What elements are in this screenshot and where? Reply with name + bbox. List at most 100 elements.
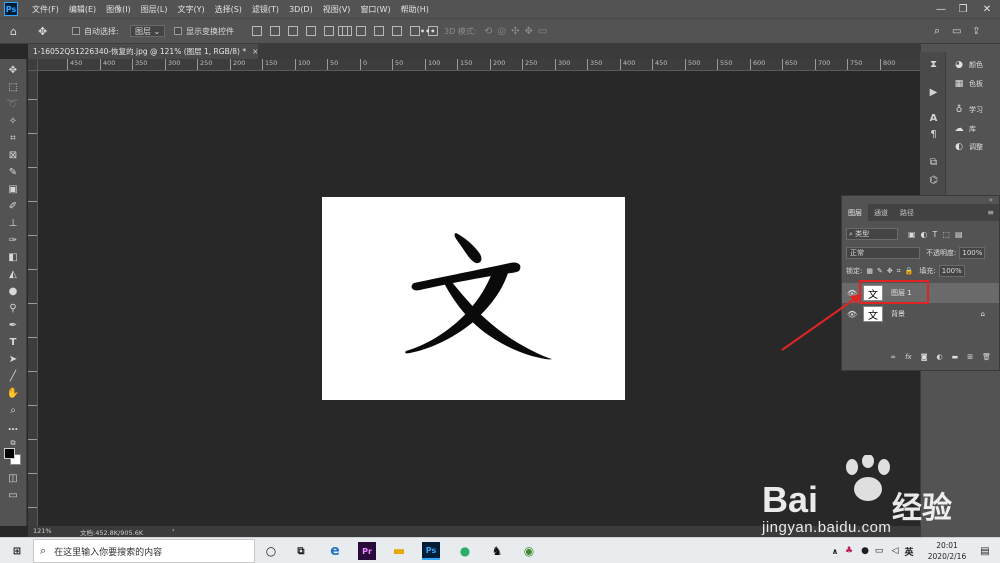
lock-icons[interactable]: ▦✎✥⌗🔒 (866, 267, 917, 276)
distribute-middle-icon[interactable] (356, 26, 366, 36)
frame-tool-icon[interactable]: ⊠ (5, 148, 21, 162)
edge-browser-icon[interactable]: e (326, 542, 344, 560)
link-layers-icon[interactable]: ∞ (890, 353, 896, 361)
edit-toolbar-icon[interactable]: … (5, 420, 21, 434)
learn-panel-tab[interactable]: ♁ 学习 (954, 103, 983, 117)
quick-mask-icon[interactable]: ◫ (5, 471, 21, 485)
marquee-tool-icon[interactable]: ⬚ (5, 80, 21, 94)
move-tool-icon[interactable]: ✥ (5, 63, 21, 77)
windows-start-icon[interactable]: ⊞ (8, 542, 26, 560)
clock[interactable]: 20:01 2020/2/16 (922, 540, 972, 562)
3d-drag-icon[interactable]: ✣ (511, 26, 519, 37)
zoom-tool-icon[interactable]: ⌕ (5, 403, 21, 417)
wechat-icon[interactable]: ● (456, 542, 474, 560)
fx-icon[interactable]: fx (905, 353, 912, 361)
share-icon[interactable]: ⇪ (972, 24, 980, 38)
home-icon[interactable]: ⌂ (10, 24, 17, 38)
app-icon[interactable]: ◉ (520, 542, 538, 560)
file-explorer-icon[interactable]: ▬ (390, 542, 408, 560)
new-group-icon[interactable]: ▬ (952, 353, 959, 361)
layer-mask-icon[interactable]: ◙ (921, 353, 928, 361)
show-transform-checkbox[interactable]: 显示变换控件 (174, 24, 234, 38)
actions-panel-icon[interactable]: ▶ (927, 86, 940, 99)
ruler-origin[interactable] (28, 59, 38, 71)
menu-file[interactable]: 文件(F) (32, 4, 59, 15)
opacity-input[interactable]: 100% (959, 247, 986, 259)
menu-3d[interactable]: 3D(D) (289, 5, 313, 14)
tab-channels[interactable]: 通道 (868, 204, 894, 221)
color-panel-tab[interactable]: ◕ 颜色 (954, 58, 983, 72)
layer-filter-dropdown[interactable]: ⌕ 类型 (846, 228, 898, 240)
paragraph-panel-icon[interactable]: ¶ (927, 128, 940, 141)
delete-layer-icon[interactable]: 🗑 (982, 353, 991, 361)
brush-tool-icon[interactable]: ✐ (5, 199, 21, 213)
line-tool-icon[interactable]: ╱ (5, 369, 21, 383)
3d-camera-icon[interactable]: ▭ (538, 26, 547, 37)
filter-type-icons[interactable]: ▣◐T⬚▤ (908, 230, 968, 239)
eraser-tool-icon[interactable]: ◧ (5, 250, 21, 264)
menu-edit[interactable]: 编辑(E) (69, 4, 96, 15)
panel-menu-icon[interactable]: ≡ (987, 208, 994, 217)
layer-name[interactable]: 背景 (891, 309, 905, 319)
libraries-panel-tab[interactable]: ☁ 库 (954, 122, 977, 136)
history-panel-icon[interactable]: ⧗ (927, 58, 940, 71)
info-panel-icon[interactable]: ⌬ (927, 174, 940, 187)
distribute-center-icon[interactable] (410, 26, 420, 36)
swatches-panel-tab[interactable]: ▦ 色板 (954, 77, 983, 91)
document-tab[interactable]: 1-16052Q51226340-恢复的.jpg @ 121% (图层 1, R… (28, 44, 258, 59)
3d-orbit-icon[interactable]: ⟲ (484, 26, 492, 37)
taskbar-search-box[interactable]: ⌕ 在这里输入你要搜索的内容 (33, 539, 255, 563)
magic-wand-tool-icon[interactable]: ✧ (5, 114, 21, 128)
clone-stamp-tool-icon[interactable]: ⊥ (5, 216, 21, 230)
distribute-left-icon[interactable] (392, 26, 402, 36)
photoshop-taskbar-icon[interactable]: Ps (422, 542, 440, 560)
collapse-panel-icon[interactable]: » (989, 196, 993, 204)
distribute-bottom-icon[interactable] (374, 26, 384, 36)
align-left-icon[interactable] (306, 26, 316, 36)
vertical-ruler[interactable] (28, 71, 38, 526)
menu-type[interactable]: 文字(Y) (177, 4, 204, 15)
more-options-icon[interactable]: ••• (420, 24, 435, 38)
menu-layer[interactable]: 图层(L) (141, 4, 168, 15)
auto-select-checkbox[interactable]: 自动选择: (72, 24, 119, 38)
menu-view[interactable]: 视图(V) (323, 4, 351, 15)
auto-select-dropdown[interactable]: 图层 ⌄ (130, 24, 166, 38)
pen-tool-icon[interactable]: ✒ (5, 318, 21, 332)
blend-mode-dropdown[interactable]: 正常 (846, 247, 920, 259)
document-canvas[interactable]: 文 (322, 197, 625, 400)
cortana-icon[interactable]: ○ (262, 542, 280, 560)
distribute-top-icon[interactable] (338, 26, 348, 36)
new-layer-icon[interactable]: ⊞ (967, 353, 973, 361)
blur-tool-icon[interactable]: ● (5, 284, 21, 298)
align-top-icon[interactable] (252, 26, 262, 36)
type-tool-icon[interactable]: T (5, 335, 21, 349)
dodge-tool-icon[interactable]: ⚲ (5, 301, 21, 315)
properties-panel-icon[interactable]: ⧉ (927, 156, 940, 169)
eyedropper-tool-icon[interactable]: ✎ (5, 165, 21, 179)
menu-help[interactable]: 帮助(H) (401, 4, 429, 15)
menu-filter[interactable]: 滤镜(T) (252, 4, 279, 15)
align-middle-icon[interactable] (270, 26, 280, 36)
tab-paths[interactable]: 路径 (894, 204, 920, 221)
screen-mode-icon[interactable]: ▭ (5, 488, 21, 502)
3d-slide-icon[interactable]: ✥ (525, 26, 533, 37)
align-bottom-icon[interactable] (288, 26, 298, 36)
history-brush-tool-icon[interactable]: ✑ (5, 233, 21, 247)
status-menu-arrow[interactable]: › (172, 526, 175, 534)
menu-image[interactable]: 图像(I) (106, 4, 131, 15)
task-view-icon[interactable]: ⧉ (292, 542, 310, 560)
fill-input[interactable]: 100% (938, 265, 965, 277)
tab-layers[interactable]: 图层 (842, 204, 868, 221)
adjustments-panel-tab[interactable]: ◐ 调整 (954, 140, 983, 154)
foreground-color-swatch[interactable] (4, 448, 15, 459)
align-center-icon[interactable] (324, 26, 334, 36)
lasso-tool-icon[interactable]: ➰ (5, 97, 21, 111)
workspace-icon[interactable]: ▭ (952, 24, 961, 38)
character-panel-icon[interactable]: A (927, 112, 940, 125)
search-icon[interactable]: ⌕ (934, 24, 940, 38)
paint-bucket-tool-icon[interactable]: ◭ (5, 267, 21, 281)
auto-select-check-box[interactable] (72, 27, 80, 35)
ime-indicator[interactable]: 英 (900, 542, 918, 560)
3d-roll-icon[interactable]: ◎ (497, 26, 506, 37)
path-selection-tool-icon[interactable]: ➤ (5, 352, 21, 366)
